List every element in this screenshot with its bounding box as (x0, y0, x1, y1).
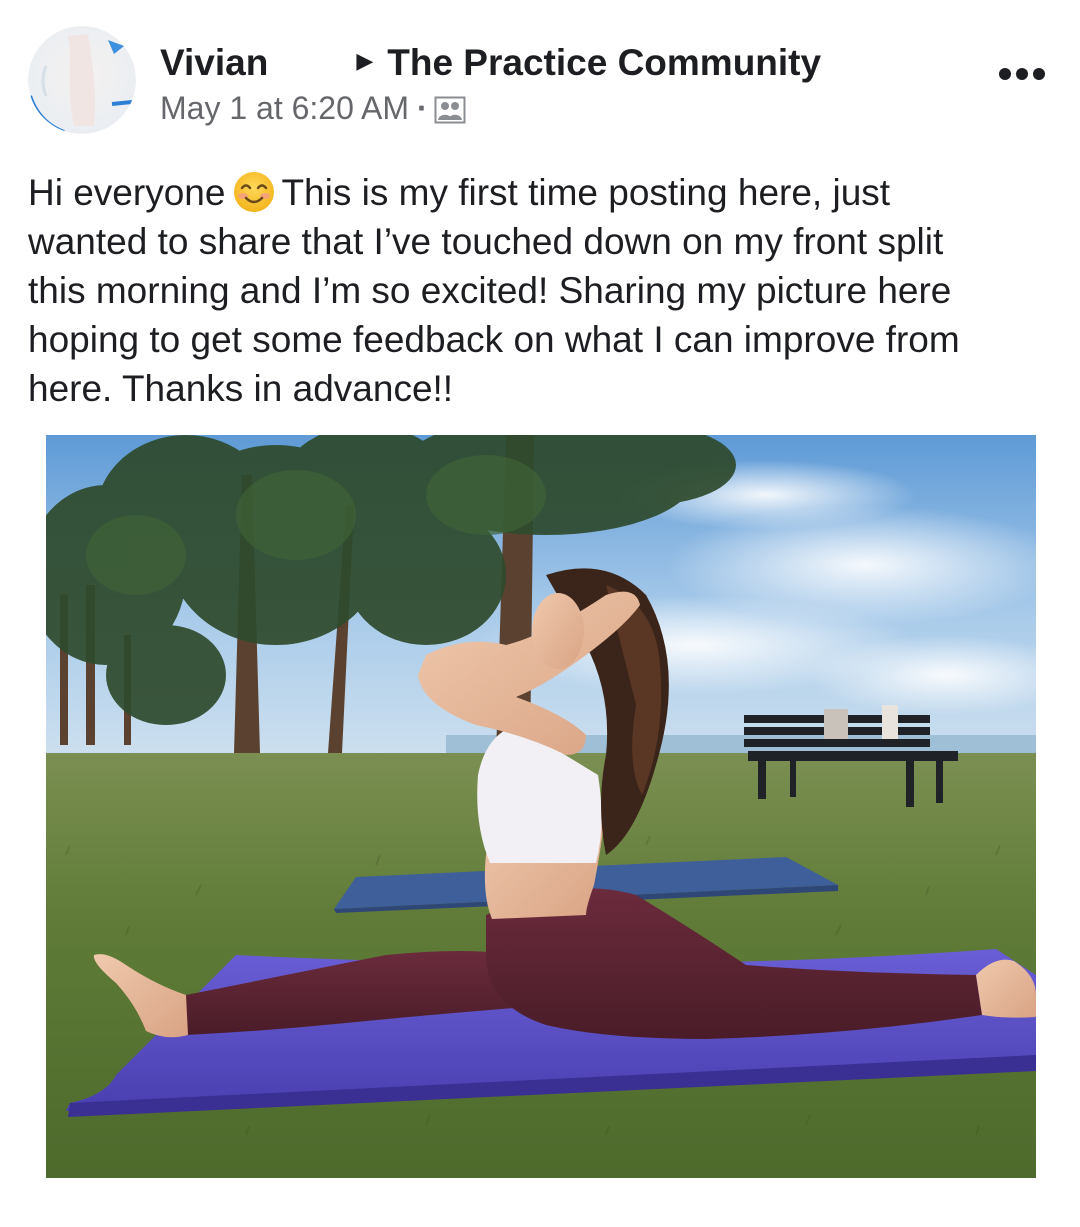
post-text-line: wanted to share that I’ve touched down o… (28, 221, 944, 262)
caret-right-icon: ▶ (356, 48, 374, 73)
more-options-icon-dot (1033, 68, 1045, 80)
smiling-face-emoji-icon (233, 171, 275, 213)
post-meta: May 1 at 6:20 AM · (160, 86, 466, 130)
post-body: Hi everyone This is my first time postin… (28, 168, 1038, 413)
meta-separator: · (417, 89, 428, 126)
post-text-line: here. Thanks in advance!! (28, 368, 454, 409)
post-text-line: this morning and I’m so excited! Sharing… (28, 270, 952, 311)
post-header: Vivian ▶ The Practice Community (160, 40, 821, 86)
post-text-line: hoping to get some feedback on what I ca… (28, 319, 960, 360)
post-text-fragment: Hi everyone (28, 172, 226, 213)
post-text-fragment: This is my first time posting here, just (281, 172, 891, 213)
post-photo[interactable] (46, 435, 1036, 1178)
group-name[interactable]: The Practice Community (387, 42, 821, 84)
author-avatar[interactable] (28, 26, 136, 134)
group-members-icon (434, 95, 466, 124)
more-options-button[interactable] (992, 56, 1052, 92)
more-options-icon (999, 68, 1011, 80)
post-timestamp[interactable]: May 1 at 6:20 AM (160, 90, 409, 127)
feed-post: Vivian ▶ The Practice Community May 1 at… (0, 0, 1080, 1227)
more-options-icon-dot (1016, 68, 1028, 80)
author-name[interactable]: Vivian (160, 42, 268, 84)
post-text-line: Hi everyone This is my first time postin… (28, 168, 1038, 217)
